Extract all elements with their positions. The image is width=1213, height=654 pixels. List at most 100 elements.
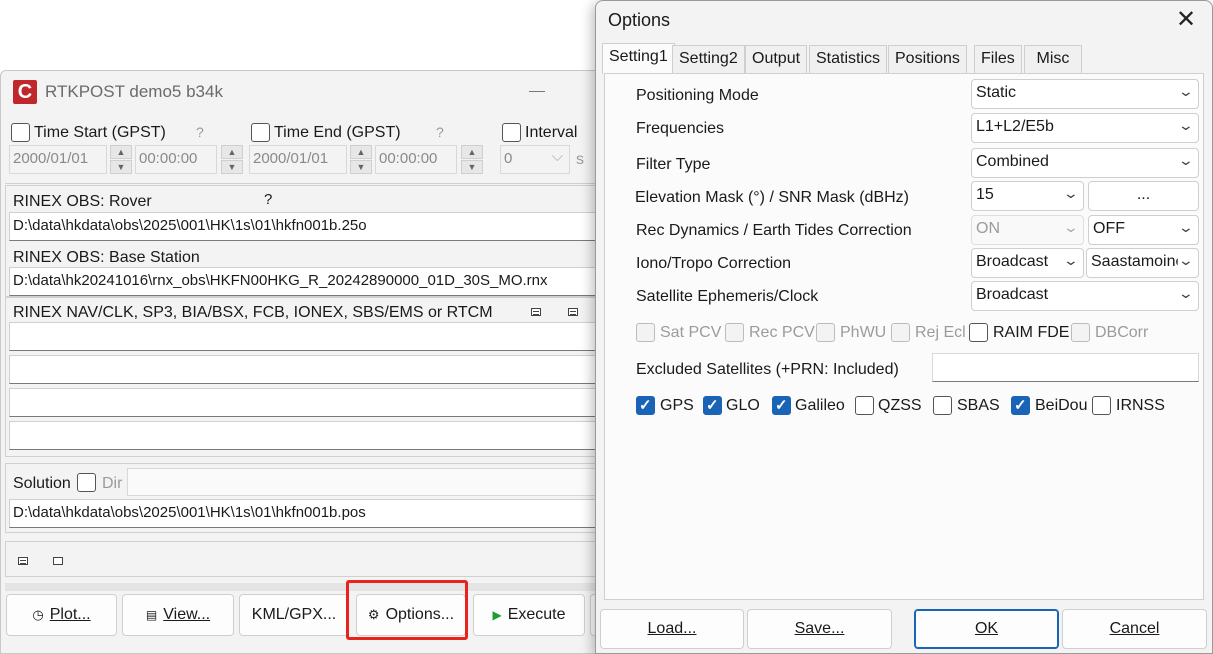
start-date-spinner[interactable]: ▲ ▼ <box>110 145 132 175</box>
dbcorr-checkbox[interactable] <box>1071 323 1090 342</box>
play-icon: ▶ <box>492 608 502 622</box>
glo-checkbox[interactable] <box>703 396 722 415</box>
qzss-checkbox[interactable] <box>855 396 874 415</box>
frequencies-label: Frequencies <box>636 120 725 137</box>
view-file-icon[interactable] <box>568 308 578 316</box>
frequencies-select[interactable]: L1+L2/E5b ⌄ <box>971 113 1199 143</box>
start-time-field[interactable]: 00:00:00 <box>135 145 217 174</box>
rec-pcv-checkbox[interactable] <box>725 323 744 342</box>
rej-ecl-checkbox[interactable] <box>891 323 910 342</box>
galileo-label: Galileo <box>795 397 845 414</box>
time-end-checkbox[interactable] <box>251 123 270 142</box>
tropo-correction-select[interactable]: Saastamoinen ⌄ <box>1086 248 1199 278</box>
end-date-field[interactable]: 2000/01/01 <box>249 145 347 174</box>
view-button[interactable]: ▤ View... <box>122 594 234 636</box>
tab-files[interactable]: Files <box>974 45 1022 73</box>
rec-pcv-label: Rec PCV <box>749 324 815 341</box>
time-start-help-icon[interactable]: ? <box>196 124 204 140</box>
close-icon[interactable]: ✕ <box>1176 5 1196 34</box>
minimize-button[interactable] <box>529 91 545 92</box>
tab-setting1[interactable]: Setting1 <box>602 43 675 74</box>
execute-button[interactable]: ▶ Execute <box>473 594 585 636</box>
excluded-satellites-label: Excluded Satellites (+PRN: Included) <box>636 361 899 378</box>
rec-dynamics-label: Rec Dynamics / Earth Tides Correction <box>636 222 912 239</box>
tab-setting2[interactable]: Setting2 <box>672 45 745 73</box>
cancel-button[interactable]: Cancel <box>1062 609 1207 649</box>
qzss-label: QZSS <box>878 397 922 414</box>
dir-input[interactable] <box>127 468 601 496</box>
app-icon: C <box>13 80 37 104</box>
dbcorr-label: DBCorr <box>1095 324 1149 341</box>
positioning-mode-select[interactable]: Static ⌄ <box>971 79 1199 109</box>
interval-checkbox[interactable] <box>502 123 521 142</box>
window-icon[interactable] <box>53 557 63 565</box>
kml-gpx-button[interactable]: KML/GPX... <box>239 594 349 636</box>
interval-label: Interval <box>525 124 578 141</box>
start-time-spinner[interactable]: ▲ ▼ <box>221 145 243 175</box>
base-label: RINEX OBS: Base Station <box>13 249 200 266</box>
nav-file-input-1[interactable] <box>9 322 601 351</box>
snr-mask-button[interactable]: ... <box>1088 181 1199 211</box>
gps-label: GPS <box>660 397 694 414</box>
phwu-label: PhWU <box>840 324 887 341</box>
sbas-label: SBAS <box>957 397 1000 414</box>
raim-fde-checkbox[interactable] <box>969 323 988 342</box>
view-icon: ▤ <box>145 608 158 622</box>
time-end-help-icon[interactable]: ? <box>436 124 444 140</box>
time-start-checkbox[interactable] <box>11 123 30 142</box>
filter-type-select[interactable]: Combined ⌄ <box>971 148 1199 178</box>
beidou-checkbox[interactable] <box>1011 396 1030 415</box>
galileo-checkbox[interactable] <box>772 396 791 415</box>
sat-pcv-checkbox[interactable] <box>636 323 655 342</box>
irnss-checkbox[interactable] <box>1092 396 1111 415</box>
dir-label: Dir <box>102 475 123 492</box>
tab-output[interactable]: Output <box>745 45 808 73</box>
tab-statistics[interactable]: Statistics <box>809 45 888 73</box>
view-file-icon[interactable] <box>531 308 541 316</box>
ephemeris-label: Satellite Ephemeris/Clock <box>636 288 819 305</box>
start-date-field[interactable]: 2000/01/01 <box>9 145 107 174</box>
chevron-down-icon: ⌄ <box>1062 219 1080 235</box>
tab-positions[interactable]: Positions <box>888 45 967 73</box>
log-icon[interactable] <box>18 557 28 565</box>
earth-tides-select[interactable]: OFF ⌄ <box>1088 215 1199 245</box>
rec-dynamics-select[interactable]: ON ⌄ <box>971 215 1084 245</box>
tab-misc[interactable]: Misc <box>1024 45 1082 73</box>
elevation-mask-label: Elevation Mask (°) / SNR Mask (dBHz) <box>635 189 910 206</box>
rover-help-icon[interactable]: ? <box>264 191 272 208</box>
chevron-down-icon: ⌄ <box>1177 152 1195 168</box>
nav-file-input-3[interactable] <box>9 388 601 417</box>
dir-checkbox[interactable] <box>77 473 96 492</box>
status-panel <box>5 541 605 577</box>
setting1-panel: Positioning Mode Static ⌄ Frequencies L1+… <box>604 73 1204 600</box>
end-time-spinner[interactable]: ▲ ▼ <box>461 145 483 175</box>
save-button[interactable]: Save... <box>747 609 892 649</box>
glo-label: GLO <box>726 397 760 414</box>
chevron-down-icon: ⌄ <box>1177 219 1195 235</box>
plot-button[interactable]: ◷ Plot... <box>6 594 117 636</box>
chevron-down-icon: ⌄ <box>1177 285 1195 301</box>
end-time-field[interactable]: 00:00:00 <box>375 145 457 174</box>
sbas-checkbox[interactable] <box>933 396 952 415</box>
excluded-satellites-input[interactable] <box>932 353 1199 382</box>
base-path-input[interactable]: D:\data\hk20241016\rnx_obs\HKFN00HKG_R_2… <box>9 267 601 296</box>
filter-type-label: Filter Type <box>636 156 711 173</box>
load-button[interactable]: Load... <box>600 609 744 649</box>
phwu-checkbox[interactable] <box>816 323 835 342</box>
nav-file-input-4[interactable] <box>9 421 601 450</box>
elevation-mask-select[interactable]: 15 ⌄ <box>971 181 1084 211</box>
rover-path-input[interactable]: D:\data\hkdata\obs\2025\001\HK\1s\01\hkf… <box>9 212 601 241</box>
chevron-down-icon: ⌄ <box>1177 252 1195 269</box>
nav-file-input-2[interactable] <box>9 355 601 384</box>
iono-correction-select[interactable]: Broadcast ⌄ <box>971 248 1084 278</box>
end-date-spinner[interactable]: ▲ ▼ <box>350 145 372 175</box>
positioning-mode-label: Positioning Mode <box>636 87 759 104</box>
rtkpost-window: C RTKPOST demo5 b34k Time Start (GPST) ?… <box>0 70 605 654</box>
solution-path-input[interactable]: D:\data\hkdata\obs\2025\001\HK\1s\01\hkf… <box>9 499 601 528</box>
rover-label: RINEX OBS: Rover <box>13 193 152 210</box>
ok-button[interactable]: OK <box>914 609 1059 649</box>
options-highlight-box <box>346 580 468 640</box>
gps-checkbox[interactable] <box>636 396 655 415</box>
interval-select[interactable]: 0 ⌵ <box>500 145 570 174</box>
ephemeris-select[interactable]: Broadcast ⌄ <box>971 281 1199 311</box>
